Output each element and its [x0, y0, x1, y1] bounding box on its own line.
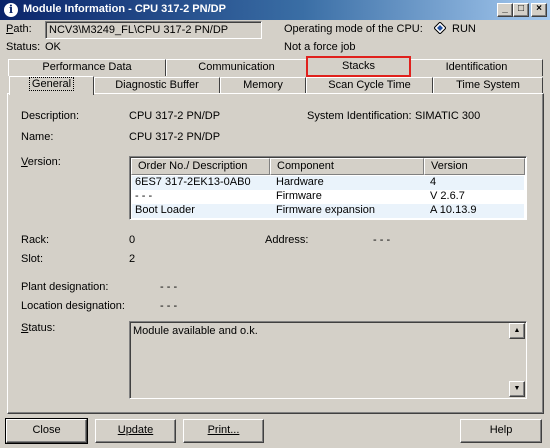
table-cell: Boot Loader	[135, 204, 195, 216]
description-label: Description:	[21, 110, 80, 122]
slot-value: 2	[129, 253, 136, 265]
print-button-label: Print...	[207, 424, 240, 436]
table-row[interactable]: 6ES7 317-2EK13-0AB0 Hardware 4	[132, 176, 524, 190]
version-table[interactable]: Order No./ Description Component Version…	[129, 156, 527, 220]
minimize-button[interactable]: _	[497, 3, 513, 17]
help-button-label: Help	[489, 424, 513, 436]
system-identification-label: System Identification:	[307, 110, 412, 122]
description-value: CPU 317-2 PN/DP	[129, 110, 221, 122]
maximize-button[interactable]: □	[513, 3, 529, 17]
status-text: Module available and o.k.	[133, 325, 258, 337]
print-button[interactable]: Print...	[183, 419, 264, 443]
status-label: Status:	[6, 41, 41, 53]
scroll-down-button[interactable]: ▼	[509, 381, 525, 397]
table-cell: A 10.13.9	[430, 204, 477, 216]
table-cell: Firmware	[276, 190, 322, 202]
window-title: Module Information - CPU 317-2 PN/DP	[23, 3, 226, 15]
force-job-status: Not a force job	[284, 41, 356, 53]
tab-general[interactable]: General	[9, 76, 94, 95]
tab-scan-cycle-time[interactable]: Scan Cycle Time	[306, 77, 433, 94]
info-icon[interactable]: i	[3, 2, 19, 18]
column-header-order-no[interactable]: Order No./ Description	[131, 158, 270, 175]
address-label: Address:	[265, 234, 309, 246]
tab-performance-data[interactable]: Performance Data	[8, 59, 166, 76]
status-text-box[interactable]: Module available and o.k. ▲ ▼	[129, 321, 527, 399]
operating-mode-value: RUN	[452, 23, 476, 35]
close-button-label: Close	[32, 424, 61, 436]
rack-value: 0	[129, 234, 136, 246]
title-bar[interactable]: i Module Information - CPU 317-2 PN/DP _…	[0, 0, 550, 20]
path-label: Path:	[6, 23, 32, 35]
update-button-label: Update	[117, 424, 154, 436]
run-mode-icon	[434, 22, 446, 34]
table-row[interactable]: - - - Firmware V 2.6.7	[132, 190, 524, 204]
system-identification-value: SIMATIC 300	[415, 110, 481, 122]
plant-designation-label: Plant designation:	[21, 281, 109, 293]
location-designation-value: - - -	[160, 300, 178, 312]
status-scrollbar[interactable]: ▲ ▼	[509, 323, 525, 397]
tab-stacks[interactable]: Stacks	[306, 56, 411, 77]
close-window-button[interactable]: ×	[531, 3, 547, 17]
tab-diagnostic-buffer[interactable]: Diagnostic Buffer	[94, 77, 220, 94]
scroll-up-button[interactable]: ▲	[509, 323, 525, 339]
status-value: OK	[45, 41, 61, 53]
operating-mode-label: Operating mode of the CPU:	[284, 23, 423, 35]
tab-general-label: General	[28, 77, 75, 91]
close-button[interactable]: Close	[5, 418, 88, 444]
update-button[interactable]: Update	[95, 419, 176, 443]
tab-communication[interactable]: Communication	[166, 59, 307, 76]
tab-memory[interactable]: Memory	[220, 77, 306, 94]
location-designation-label: Location designation:	[21, 300, 125, 312]
plant-designation-value: - - -	[160, 281, 178, 293]
table-cell: Firmware expansion	[276, 204, 376, 216]
module-status-label: Status:	[21, 322, 56, 334]
column-header-component[interactable]: Component	[270, 158, 424, 175]
table-row[interactable]: Boot Loader Firmware expansion A 10.13.9	[132, 204, 524, 218]
tab-time-system[interactable]: Time System	[433, 77, 543, 94]
slot-label: Slot:	[21, 253, 44, 265]
path-field: NCV3\M3249_FL\CPU 317-2 PN/DP	[45, 21, 262, 39]
name-value: CPU 317-2 PN/DP	[129, 131, 221, 143]
table-cell: 6ES7 317-2EK13-0AB0	[135, 176, 251, 188]
table-cell: V 2.6.7	[430, 190, 465, 202]
version-label: Version:	[21, 156, 61, 168]
column-header-version[interactable]: Version	[424, 158, 525, 175]
tab-identification[interactable]: Identification	[410, 59, 543, 76]
help-button[interactable]: Help	[460, 419, 542, 443]
rack-label: Rack:	[21, 234, 50, 246]
address-value: - - -	[373, 234, 391, 246]
table-cell: - - -	[135, 190, 153, 202]
name-label: Name:	[21, 131, 54, 143]
table-cell: 4	[430, 176, 437, 188]
table-cell: Hardware	[276, 176, 324, 188]
